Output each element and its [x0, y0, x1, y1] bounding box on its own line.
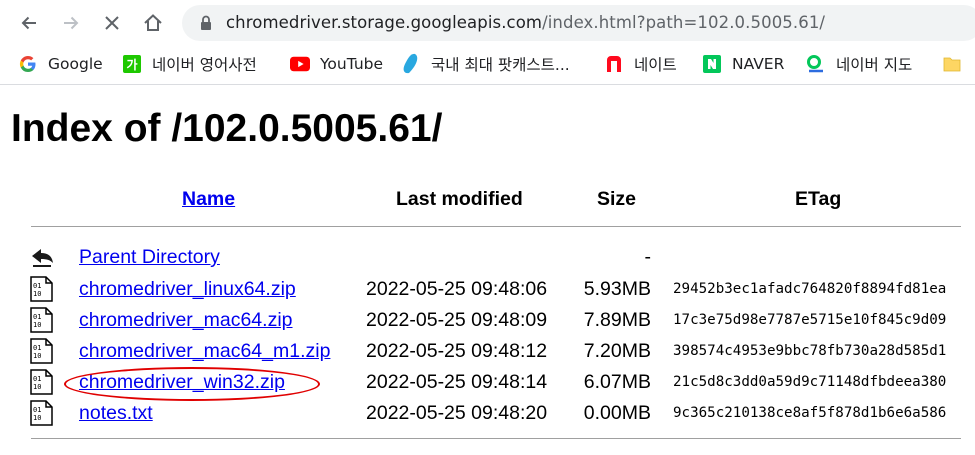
column-header-etag: ETag	[795, 188, 842, 210]
last-modified: 2022-05-25 09:48:12	[366, 340, 548, 362]
google-icon	[18, 54, 38, 74]
bookmark-google[interactable]: Google	[18, 53, 103, 75]
svg-text:10: 10	[33, 290, 41, 298]
lock-icon	[201, 15, 211, 30]
bookmark-youtube[interactable]: YouTube	[290, 53, 383, 75]
toolbar-divider	[0, 84, 975, 85]
table-divider-top	[31, 226, 961, 227]
file-link-notes[interactable]: notes.txt	[79, 402, 153, 425]
last-modified: 2022-05-25 09:48:20	[366, 402, 548, 424]
table-row-parent: Parent Directory -	[0, 242, 975, 272]
close-icon	[105, 16, 119, 30]
table-row: 01 10 chromedriver_linux64.zip 2022-05-25…	[0, 274, 975, 304]
table-row: 01 10 chromedriver_mac64.zip 2022-05-25 0…	[0, 305, 975, 335]
back-button[interactable]	[14, 8, 44, 38]
file-size: 7.20MB	[583, 340, 651, 362]
forward-arrow-icon	[64, 16, 79, 30]
file-link-chromedriver-mac64-m1[interactable]: chromedriver_mac64_m1.zip	[79, 340, 330, 363]
bookmark-label: 국내 최대 팟캐스트...	[431, 56, 570, 74]
stop-loading-button[interactable]	[97, 8, 127, 38]
etag: 29452b3ec1afadc764820f8894fd81ea	[673, 281, 947, 297]
bookmark-label: Google	[48, 55, 103, 73]
address-bar[interactable]: chromedriver.storage.googleapis.com/inde…	[182, 5, 975, 41]
svg-text:10: 10	[33, 321, 41, 329]
file-size: 6.07MB	[583, 371, 651, 393]
naver-dictionary-icon: 가	[122, 54, 142, 74]
binary-file-icon: 0110	[30, 338, 53, 364]
table-divider-bottom	[31, 438, 961, 439]
svg-text:01: 01	[33, 406, 41, 414]
binary-file-icon: 0110	[30, 369, 53, 395]
podcast-icon	[401, 53, 421, 74]
bookmark-label: NAVER	[732, 55, 785, 73]
svg-text:10: 10	[33, 352, 41, 360]
bookmark-label: 네이버 영어사전	[152, 56, 257, 74]
column-header-last-modified: Last modified	[396, 188, 523, 210]
file-link-chromedriver-linux64[interactable]: chromedriver_linux64.zip	[79, 278, 296, 301]
bookmark-label: YouTube	[320, 55, 384, 73]
youtube-icon	[290, 54, 310, 74]
bookmark-naver-map[interactable]: 네이버 지도	[806, 53, 912, 75]
svg-text:01: 01	[33, 282, 41, 290]
etag: 21c5d8c3dd0a59d9c71148dfbdeea380	[673, 374, 947, 390]
bookmark-podcast[interactable]: 국내 최대 팟캐스트...	[401, 53, 570, 75]
file-size: 5.93MB	[583, 278, 651, 300]
forward-button[interactable]	[56, 8, 86, 38]
home-icon	[144, 14, 162, 31]
folder-icon	[942, 54, 962, 74]
url-text: chromedriver.storage.googleapis.com/inde…	[226, 13, 826, 32]
bookmark-nate[interactable]: 네이트	[604, 53, 677, 75]
svg-text:가: 가	[126, 57, 137, 72]
home-button[interactable]	[138, 8, 168, 38]
bookmark-label: 네이버 지도	[836, 56, 913, 74]
svg-text:01: 01	[33, 313, 41, 321]
column-header-size: Size	[597, 188, 637, 210]
naver-map-icon	[806, 54, 826, 74]
etag: 17c3e75d98e7787e5715e10f845c9d09	[673, 312, 947, 328]
last-modified: 2022-05-25 09:48:06	[366, 278, 548, 300]
svg-text:10: 10	[33, 414, 41, 422]
back-arrow-icon	[21, 16, 36, 30]
last-modified: 2022-05-25 09:48:09	[366, 309, 548, 331]
binary-file-icon: 0110	[30, 276, 53, 302]
naver-icon	[702, 54, 722, 74]
binary-file-icon: 0110	[30, 400, 53, 426]
bookmark-label: 네이트	[634, 56, 677, 74]
etag: 398574c4953e9bbc78fb730a28d585d1	[673, 343, 947, 359]
table-row: 01 10 notes.txt 2022-05-25 09:48:20 0.00M…	[0, 398, 975, 428]
file-link-chromedriver-mac64[interactable]: chromedriver_mac64.zip	[79, 309, 293, 332]
svg-text:01: 01	[33, 375, 41, 383]
nate-icon	[604, 54, 624, 74]
file-link-parent-directory[interactable]: Parent Directory	[79, 246, 220, 269]
file-size: 7.89MB	[583, 309, 651, 331]
file-size: 0.00MB	[583, 402, 651, 424]
browser-toolbar: chromedriver.storage.googleapis.com/inde…	[0, 0, 975, 46]
bookmark-folder[interactable]	[942, 53, 972, 75]
table-row: 01 10 chromedriver_mac64_m1.zip 2022-05-2…	[0, 336, 975, 366]
svg-text:01: 01	[33, 344, 41, 352]
etag: 9c365c210138ce8af5f878d1b6e6a586	[673, 405, 947, 421]
back-arrow-icon	[32, 249, 53, 267]
svg-text:10: 10	[33, 383, 41, 391]
column-header-name[interactable]: Name	[182, 188, 235, 211]
last-modified: 2022-05-25 09:48:14	[366, 371, 548, 393]
highlight-annotation	[64, 367, 320, 401]
binary-file-icon: 0110	[30, 307, 53, 333]
bookmark-naver[interactable]: NAVER	[702, 53, 784, 75]
file-size: -	[644, 246, 652, 268]
bookmark-naver-dictionary[interactable]: 가 네이버 영어사전	[122, 53, 257, 75]
bookmarks-bar: Google 가 네이버 영어사전 YouTube 국내 최대 팟캐스트... …	[0, 46, 975, 82]
page-title: Index of /102.0.5005.61/	[11, 107, 443, 150]
